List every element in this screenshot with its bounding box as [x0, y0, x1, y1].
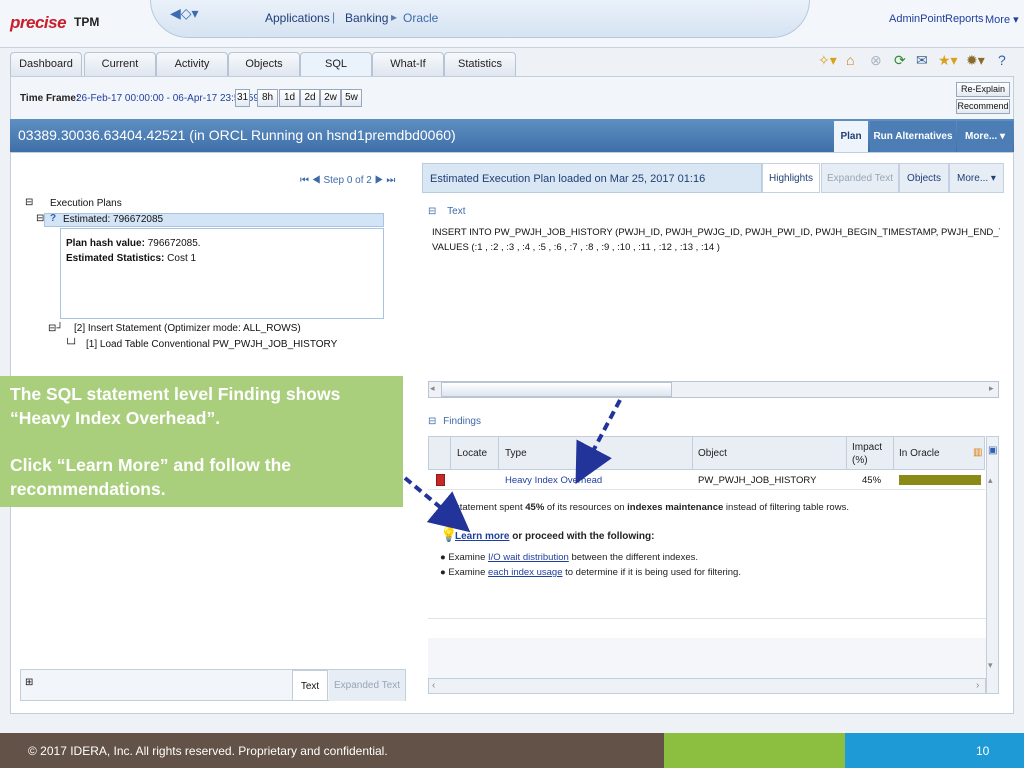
arrow-to-learn-more [403, 476, 471, 533]
arrow-to-finding [575, 399, 622, 485]
callout-arrows [403, 399, 622, 533]
page-number: 10 [976, 744, 990, 758]
footer-copyright: © 2017 IDERA, Inc. All rights reserved. … [28, 744, 388, 758]
footer-right [845, 733, 1024, 768]
footer-mid [664, 733, 845, 768]
